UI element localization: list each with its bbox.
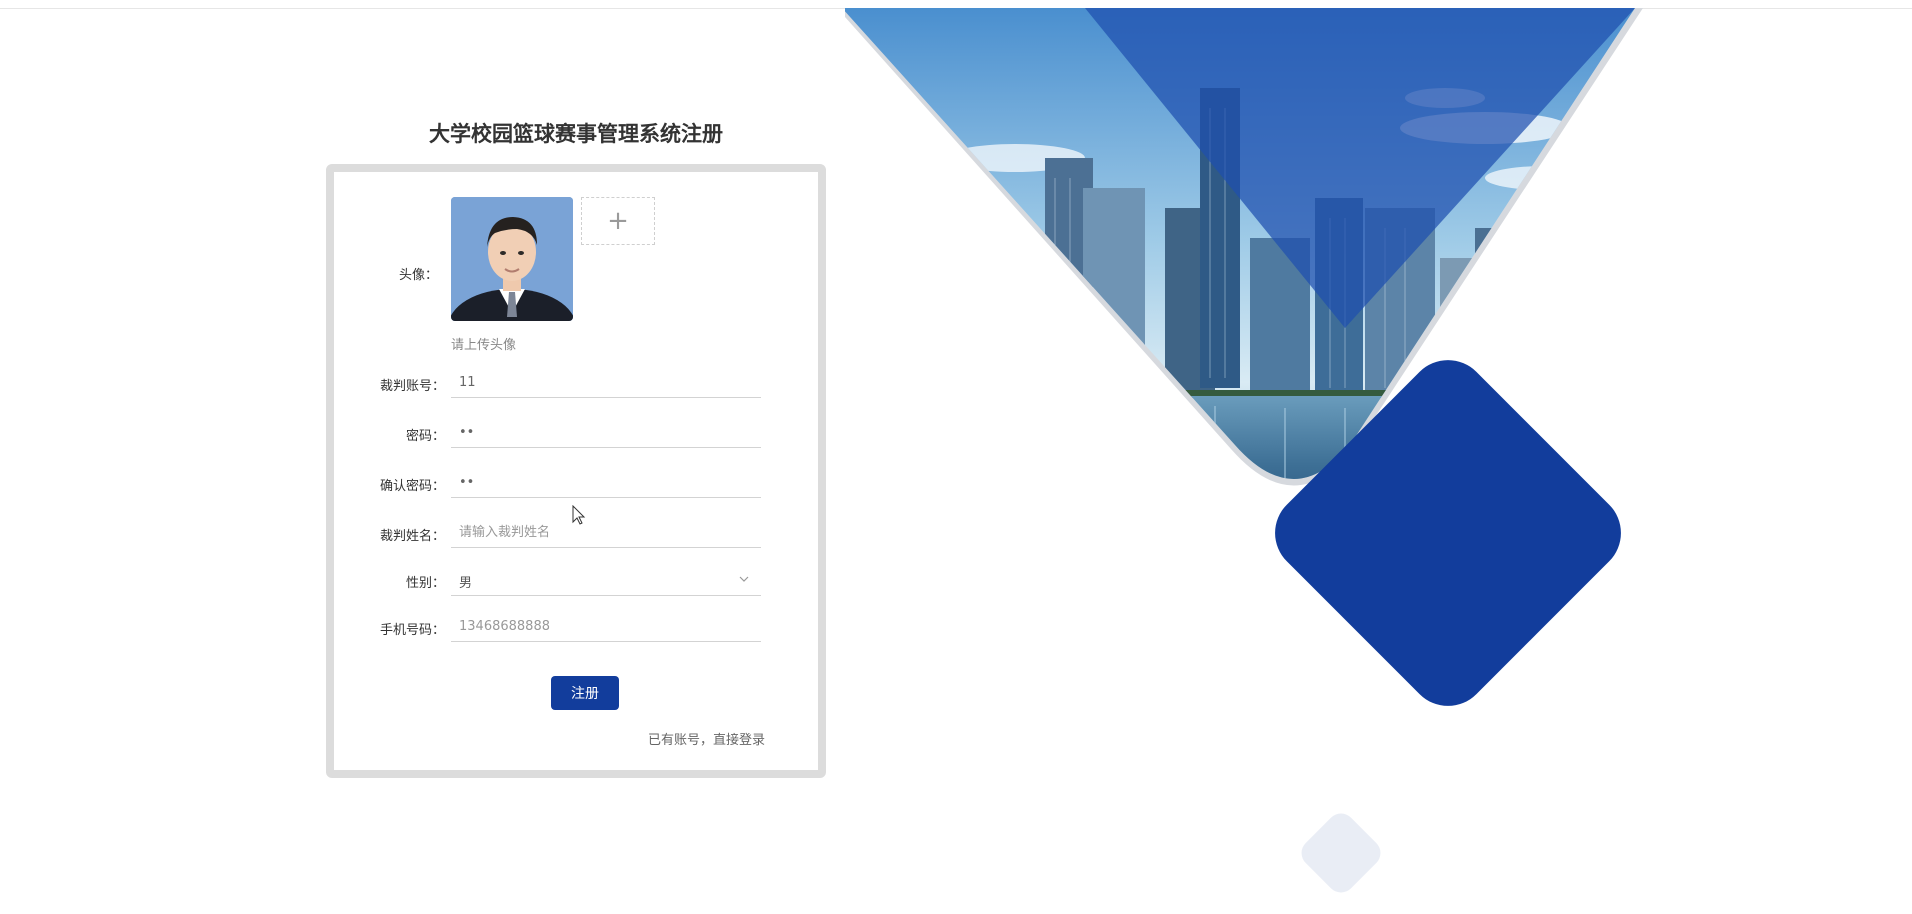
avatar-photo bbox=[451, 197, 573, 321]
gender-select[interactable]: 男 bbox=[451, 566, 761, 596]
gender-label: 性别： bbox=[405, 576, 445, 591]
account-input[interactable] bbox=[451, 368, 761, 398]
password-label: 密码： bbox=[405, 429, 445, 444]
city-skyline-illustration bbox=[845, 8, 1643, 893]
avatar-upload-button[interactable]: + bbox=[581, 197, 655, 245]
confirm-password-label: 确认密码： bbox=[379, 479, 445, 494]
confirm-password-input[interactable] bbox=[451, 468, 761, 498]
chevron-down-icon bbox=[739, 576, 749, 582]
name-label: 裁判姓名： bbox=[379, 529, 445, 544]
phone-label: 手机号码： bbox=[379, 623, 445, 638]
login-link[interactable]: 已有账号，直接登录 bbox=[648, 729, 765, 748]
mouse-pointer-icon bbox=[572, 505, 586, 525]
avatar-label: 头像： bbox=[398, 268, 438, 283]
password-input[interactable] bbox=[451, 418, 761, 448]
page-title: 大学校园篮球赛事管理系统注册 bbox=[429, 122, 723, 146]
avatar-hint: 请上传头像 bbox=[451, 338, 517, 353]
plus-icon: + bbox=[607, 206, 629, 236]
register-button[interactable]: 注册 bbox=[551, 676, 619, 710]
account-label: 裁判账号： bbox=[379, 379, 445, 394]
avatar[interactable] bbox=[451, 197, 573, 321]
name-input[interactable] bbox=[451, 518, 761, 548]
phone-input[interactable] bbox=[451, 612, 761, 642]
gender-value: 男 bbox=[459, 576, 473, 591]
